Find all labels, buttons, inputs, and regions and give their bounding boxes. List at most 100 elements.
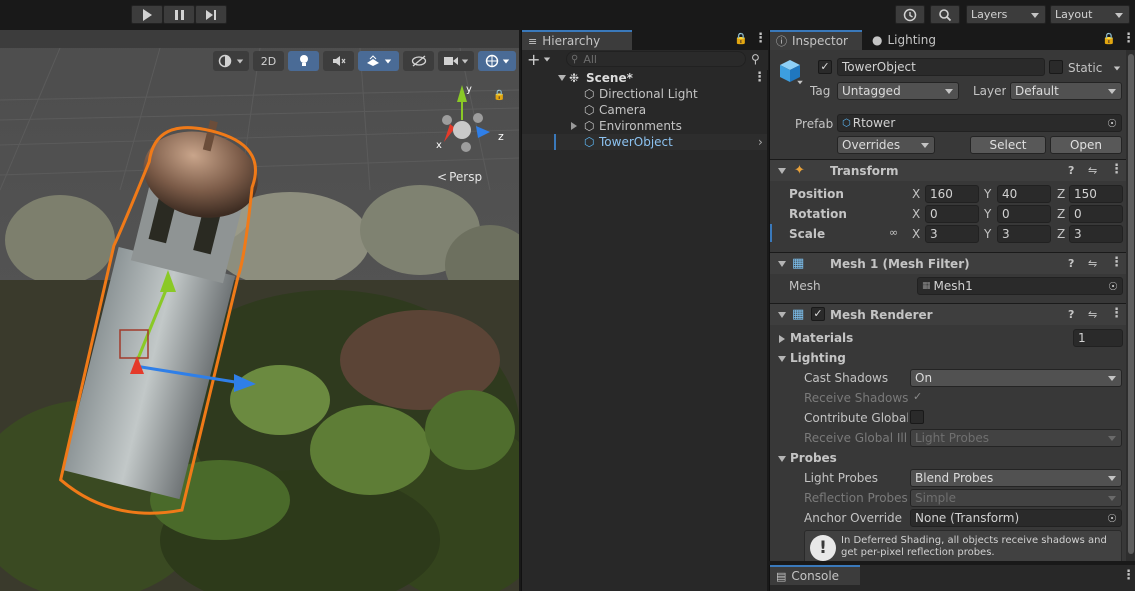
fold-icon[interactable] — [778, 168, 786, 174]
hierarchy-item[interactable]: ⬡ Environments — [522, 118, 767, 134]
hierarchy-item-selected[interactable]: ⬡ TowerObject › — [522, 134, 767, 150]
scale-y-label: Y — [984, 227, 992, 241]
scene-effects-dropdown[interactable] — [358, 51, 399, 71]
materials-count-field[interactable]: 1 — [1073, 329, 1123, 347]
toggle-2d-button[interactable]: 2D — [253, 51, 284, 71]
chevron-down-icon[interactable] — [797, 80, 803, 85]
lock-icon[interactable]: 🔒 — [1102, 32, 1116, 45]
active-checkbox[interactable]: ✓ — [818, 60, 832, 74]
position-x-field[interactable]: 160 — [925, 185, 979, 203]
static-checkbox[interactable] — [1049, 60, 1063, 74]
lock-icon[interactable]: 🔒 — [493, 90, 505, 101]
inspector-scrollbar[interactable] — [1126, 50, 1135, 561]
receive-gi-dropdown[interactable]: Light Probes — [910, 429, 1122, 447]
scale-z-field[interactable]: 3 — [1069, 225, 1123, 243]
chevron-down-icon — [1031, 13, 1039, 18]
mesh-label: Mesh — [789, 279, 821, 293]
transform-icon: ✦ — [794, 163, 805, 178]
more-options-icon[interactable]: ⋮ — [754, 31, 767, 46]
mesh-filter-header[interactable]: ▦ Mesh 1 (Mesh Filter) ? ⇋ ⋮ — [770, 252, 1135, 274]
scale-y-field[interactable]: 3 — [997, 225, 1051, 243]
play-button[interactable] — [131, 5, 163, 24]
more-options-icon[interactable]: ⋮ — [1110, 162, 1123, 177]
light-probes-dropdown[interactable]: Blend Probes — [910, 469, 1122, 487]
mesh-renderer-header[interactable]: ▦ ✓ Mesh Renderer ? ⇋ ⋮ — [770, 303, 1135, 325]
presets-icon[interactable]: ⇋ — [1088, 308, 1097, 321]
position-y-field[interactable]: 40 — [997, 185, 1051, 203]
transform-header[interactable]: ✦ Transform ? ⇋ ⋮ — [770, 159, 1135, 181]
contribute-gi-checkbox[interactable] — [910, 410, 924, 424]
hidden-objects-toggle[interactable] — [403, 51, 434, 71]
rotation-y-field[interactable]: 0 — [997, 205, 1051, 223]
search-button[interactable] — [930, 5, 960, 24]
expand-arrow-icon[interactable] — [571, 122, 577, 130]
fold-icon[interactable] — [778, 456, 786, 462]
tab-hierarchy[interactable]: ≡ Hierarchy — [522, 30, 632, 50]
fold-icon[interactable] — [558, 75, 566, 81]
tab-inspector[interactable]: ⓘ Inspector — [770, 30, 862, 50]
layer-dropdown[interactable]: Default — [1010, 82, 1122, 100]
chevron-down-icon[interactable] — [1113, 66, 1121, 71]
object-picker-icon[interactable]: ☉ — [1108, 280, 1118, 293]
rotation-x-field[interactable]: 0 — [925, 205, 979, 223]
more-options-icon[interactable]: ⋮ — [1122, 31, 1135, 46]
help-icon[interactable]: ? — [1068, 308, 1074, 321]
hierarchy-item[interactable]: ⬡ Camera — [522, 102, 767, 118]
fold-icon[interactable] — [778, 356, 786, 362]
cast-shadows-dropdown[interactable]: On — [910, 369, 1122, 387]
rotation-z-field[interactable]: 0 — [1069, 205, 1123, 223]
object-picker-icon[interactable]: ☉ — [1107, 512, 1117, 525]
draw-mode-dropdown[interactable] — [213, 51, 249, 71]
layers-dropdown[interactable]: Layers — [966, 5, 1046, 24]
camera-settings-dropdown[interactable] — [438, 51, 474, 71]
step-button[interactable] — [195, 5, 227, 24]
fold-icon[interactable] — [778, 312, 786, 318]
more-options-icon[interactable]: ⋮ — [753, 70, 766, 85]
mesh-field[interactable]: ▦ Mesh1 ☉ — [917, 277, 1123, 295]
receive-shadows-check[interactable]: ✓ — [913, 390, 922, 403]
more-options-icon[interactable]: ⋮ — [1110, 255, 1123, 270]
scene-row[interactable]: ❉ Scene* ⋮ — [522, 70, 767, 86]
scale-z-label: Z — [1057, 227, 1066, 241]
position-z-field[interactable]: 150 — [1069, 185, 1123, 203]
constrain-proportions-icon[interactable]: ∞ — [889, 226, 898, 239]
scale-x-field[interactable]: 3 — [925, 225, 979, 243]
unity-scene-icon: ❉ — [569, 71, 580, 85]
hierarchy-item[interactable]: ⬡ Directional Light — [522, 86, 767, 102]
projection-toggle[interactable]: < Persp — [437, 170, 482, 184]
more-options-icon[interactable]: ⋮ — [1122, 568, 1135, 583]
help-icon[interactable]: ? — [1068, 164, 1074, 177]
pause-button[interactable] — [163, 5, 195, 24]
layers-label: Layers — [971, 8, 1008, 21]
fold-icon[interactable] — [779, 335, 785, 343]
object-name-field[interactable]: TowerObject — [837, 58, 1045, 76]
help-icon[interactable]: ? — [1068, 257, 1074, 270]
gizmos-dropdown[interactable] — [478, 51, 516, 71]
tab-lighting[interactable]: ● Lighting — [866, 30, 936, 50]
add-object-button[interactable]: + — [527, 50, 555, 69]
presets-icon[interactable]: ⇋ — [1088, 257, 1097, 270]
open-button[interactable]: Open — [1050, 136, 1122, 154]
lock-icon[interactable]: 🔒 — [734, 32, 748, 45]
scene-audio-toggle[interactable] — [323, 51, 354, 71]
chevron-right-icon[interactable]: › — [758, 135, 763, 149]
search-filter-icon[interactable]: ⚲ — [751, 52, 760, 66]
history-button[interactable] — [895, 5, 925, 24]
presets-icon[interactable]: ⇋ — [1088, 164, 1097, 177]
fold-icon[interactable] — [778, 261, 786, 267]
anchor-override-field[interactable]: None (Transform) ☉ — [910, 509, 1122, 527]
layout-dropdown[interactable]: Layout — [1050, 5, 1130, 24]
mesh-renderer-enabled-checkbox[interactable]: ✓ — [811, 307, 825, 321]
object-picker-icon[interactable]: ☉ — [1107, 117, 1117, 130]
scrollbar-thumb[interactable] — [1128, 54, 1134, 554]
hierarchy-search-input[interactable]: ⚲ All — [566, 51, 746, 67]
reflection-probes-dropdown[interactable]: Simple — [910, 489, 1122, 507]
more-options-icon[interactable]: ⋮ — [1110, 306, 1123, 321]
scene-lighting-toggle[interactable] — [288, 51, 319, 71]
tab-console[interactable]: ▤ Console — [770, 565, 860, 585]
tag-dropdown[interactable]: Untagged — [837, 82, 959, 100]
prefab-field[interactable]: ⬡ Rtower ☉ — [837, 114, 1122, 132]
overrides-dropdown[interactable]: Overrides — [837, 136, 935, 154]
scene-view[interactable]: 2D 🔒 z x y < Persp — [0, 30, 519, 591]
select-button[interactable]: Select — [970, 136, 1046, 154]
